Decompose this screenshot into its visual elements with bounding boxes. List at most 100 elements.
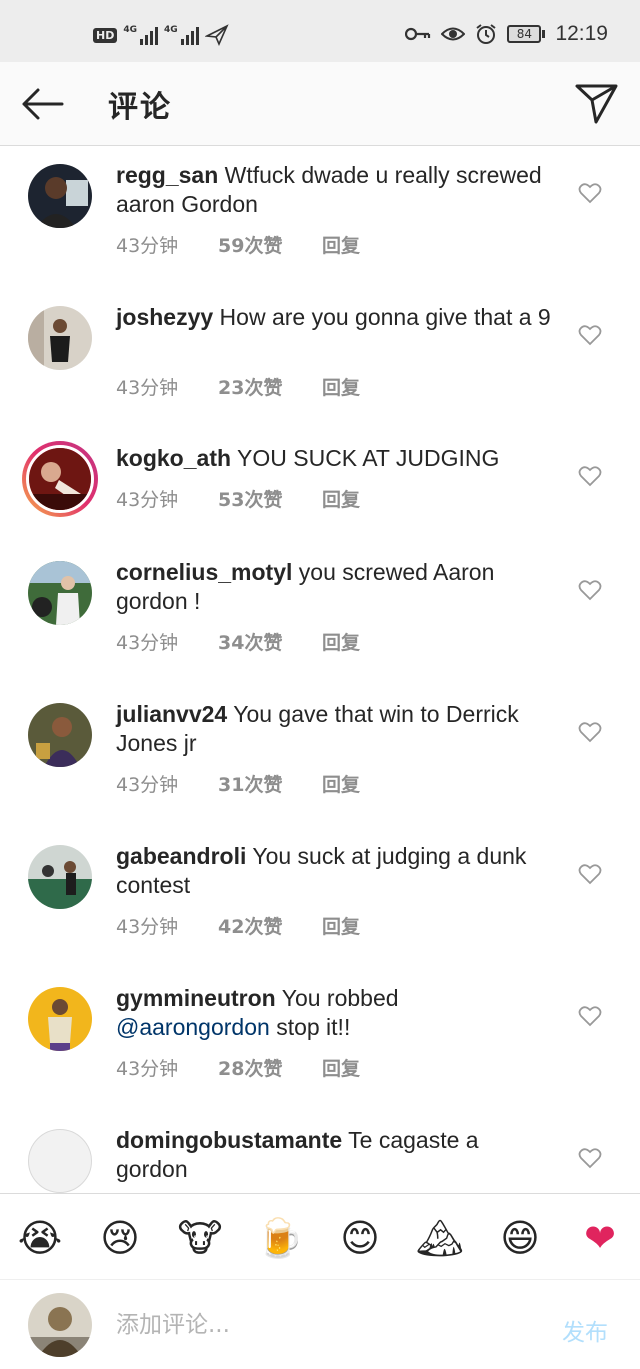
loudly-crying-face-icon[interactable]: 😭	[16, 1214, 64, 1262]
comment-item: domingobustamante Te cagaste a gordon	[0, 1113, 640, 1193]
avatar[interactable]	[28, 987, 92, 1051]
mountain-icon[interactable]: 🏔	[416, 1214, 464, 1262]
eye-icon	[441, 27, 466, 41]
hd-badge: HD	[93, 27, 118, 43]
comment-meta: 43分钟 28次赞 回复	[116, 1054, 360, 1081]
header: 评论	[0, 62, 640, 146]
reply-button[interactable]: 回复	[322, 770, 360, 797]
comments-list[interactable]: regg_san Wtfuck dwade u really screwed a…	[0, 147, 640, 1193]
avatar-story-ring[interactable]	[22, 441, 98, 517]
comment-input[interactable]	[116, 1305, 536, 1345]
comment-item: cornelius_motyl you screwed Aaron gordon…	[0, 545, 640, 687]
comment-username[interactable]: joshezyy	[116, 304, 213, 330]
comment-body: How are you gonna give that a 9	[219, 304, 551, 330]
comment-item: gabeandroli You suck at judging a dunk c…	[0, 829, 640, 971]
arrow-left-icon	[22, 88, 64, 120]
reply-button[interactable]: 回复	[322, 1054, 360, 1081]
battery-level: 84	[507, 25, 542, 43]
emoji-quick-bar: 😭 😢 🐮 🍺 😊 🏔 😄 ❤	[0, 1193, 640, 1280]
heart-icon[interactable]	[578, 182, 602, 204]
comment-likes[interactable]: 59次赞	[218, 231, 322, 258]
comment-time: 43分钟	[116, 632, 179, 654]
comment-time: 43分钟	[116, 377, 179, 399]
post-button[interactable]: 发布	[562, 1313, 608, 1347]
reply-button[interactable]: 回复	[322, 628, 360, 655]
back-button[interactable]	[20, 82, 66, 126]
heart-icon[interactable]	[578, 1147, 602, 1169]
comment-body-end: stop it!!	[276, 1014, 351, 1040]
reply-button[interactable]: 回复	[322, 485, 360, 512]
signal-icon-2: 4G	[164, 25, 199, 45]
comment-likes[interactable]: 53次赞	[218, 485, 322, 512]
heart-icon[interactable]	[578, 1005, 602, 1027]
comment-username[interactable]: domingobustamante	[116, 1127, 342, 1153]
comment-body: You robbed	[281, 985, 399, 1011]
comment-item: julianvv24 You gave that win to Derrick …	[0, 687, 640, 829]
comment-username[interactable]: kogko_ath	[116, 445, 231, 471]
avatar[interactable]	[28, 306, 92, 370]
status-bar: HD 4G 4G 84 12:19	[0, 0, 640, 62]
heart-icon[interactable]	[578, 721, 602, 743]
heart-icon[interactable]	[578, 863, 602, 885]
heart-icon[interactable]	[578, 324, 602, 346]
network-type-label-2: 4G	[164, 25, 178, 35]
network-type-label: 4G	[123, 25, 137, 35]
reply-button[interactable]: 回复	[322, 912, 360, 939]
comment-likes[interactable]: 42次赞	[218, 912, 322, 939]
alarm-icon	[476, 24, 497, 44]
status-left: HD 4G 4G	[93, 24, 229, 46]
grinning-face-icon[interactable]: 😄	[496, 1214, 544, 1262]
crying-face-icon[interactable]: 😢	[96, 1214, 144, 1262]
comment-item: kogko_ath YOU SUCK AT JUDGING 43分钟 53次赞 …	[0, 431, 640, 545]
comment-text: regg_san Wtfuck dwade u really screwed a…	[116, 161, 556, 219]
comment-meta: 43分钟 31次赞 回复	[116, 770, 360, 797]
comment-item: joshezyy How are you gonna give that a 9…	[0, 289, 640, 431]
comment-likes[interactable]: 31次赞	[218, 770, 322, 797]
avatar[interactable]	[28, 561, 92, 625]
signal-icon: 4G	[123, 25, 158, 45]
comment-likes[interactable]: 34次赞	[218, 628, 322, 655]
avatar[interactable]	[28, 845, 92, 909]
comment-username[interactable]: gymmineutron	[116, 985, 276, 1011]
comment-item: regg_san Wtfuck dwade u really screwed a…	[0, 147, 640, 289]
share-button[interactable]	[574, 80, 620, 126]
red-heart-icon[interactable]: ❤	[576, 1214, 624, 1262]
comment-text: domingobustamante Te cagaste a gordon	[116, 1126, 556, 1184]
comment-username[interactable]: regg_san	[116, 162, 218, 188]
current-user-avatar	[28, 1293, 92, 1357]
comment-text: joshezyy How are you gonna give that a 9	[116, 303, 556, 332]
comment-meta: 43分钟 34次赞 回复	[116, 628, 360, 655]
avatar[interactable]	[28, 164, 92, 228]
comment-body: YOU SUCK AT JUDGING	[237, 445, 500, 471]
reply-button[interactable]: 回复	[322, 231, 360, 258]
comment-time: 43分钟	[116, 235, 179, 257]
smiling-face-icon[interactable]: 😊	[336, 1214, 384, 1262]
comment-likes[interactable]: 28次赞	[218, 1054, 322, 1081]
comment-text: gymmineutron You robbed @aarongordon sto…	[116, 984, 556, 1042]
comment-input-bar: 发布	[0, 1281, 640, 1369]
comment-username[interactable]: julianvv24	[116, 701, 227, 727]
beer-mug-icon[interactable]: 🍺	[256, 1214, 304, 1262]
reply-button[interactable]: 回复	[322, 373, 360, 400]
comment-item: gymmineutron You robbed @aarongordon sto…	[0, 971, 640, 1113]
comment-username[interactable]: cornelius_motyl	[116, 559, 292, 585]
comment-time: 43分钟	[116, 1058, 179, 1080]
airplane-mode-icon	[204, 24, 229, 46]
key-icon	[405, 27, 431, 41]
heart-icon[interactable]	[578, 465, 602, 487]
heart-icon[interactable]	[578, 579, 602, 601]
paper-plane-icon	[575, 84, 618, 124]
avatar[interactable]	[28, 703, 92, 767]
comment-time: 43分钟	[116, 489, 179, 511]
comment-meta: 43分钟 59次赞 回复	[116, 231, 360, 258]
cow-face-icon[interactable]: 🐮	[176, 1214, 224, 1262]
comment-username[interactable]: gabeandroli	[116, 843, 246, 869]
avatar-placeholder[interactable]	[28, 1129, 92, 1193]
comment-text: kogko_ath YOU SUCK AT JUDGING	[116, 444, 556, 473]
mention-link[interactable]: @aarongordon	[116, 1014, 270, 1040]
comment-text: gabeandroli You suck at judging a dunk c…	[116, 842, 556, 900]
status-right: 84 12:19	[405, 22, 608, 46]
comment-time: 43分钟	[116, 774, 179, 796]
comment-likes[interactable]: 23次赞	[218, 373, 322, 400]
comment-text: cornelius_motyl you screwed Aaron gordon…	[116, 558, 556, 616]
